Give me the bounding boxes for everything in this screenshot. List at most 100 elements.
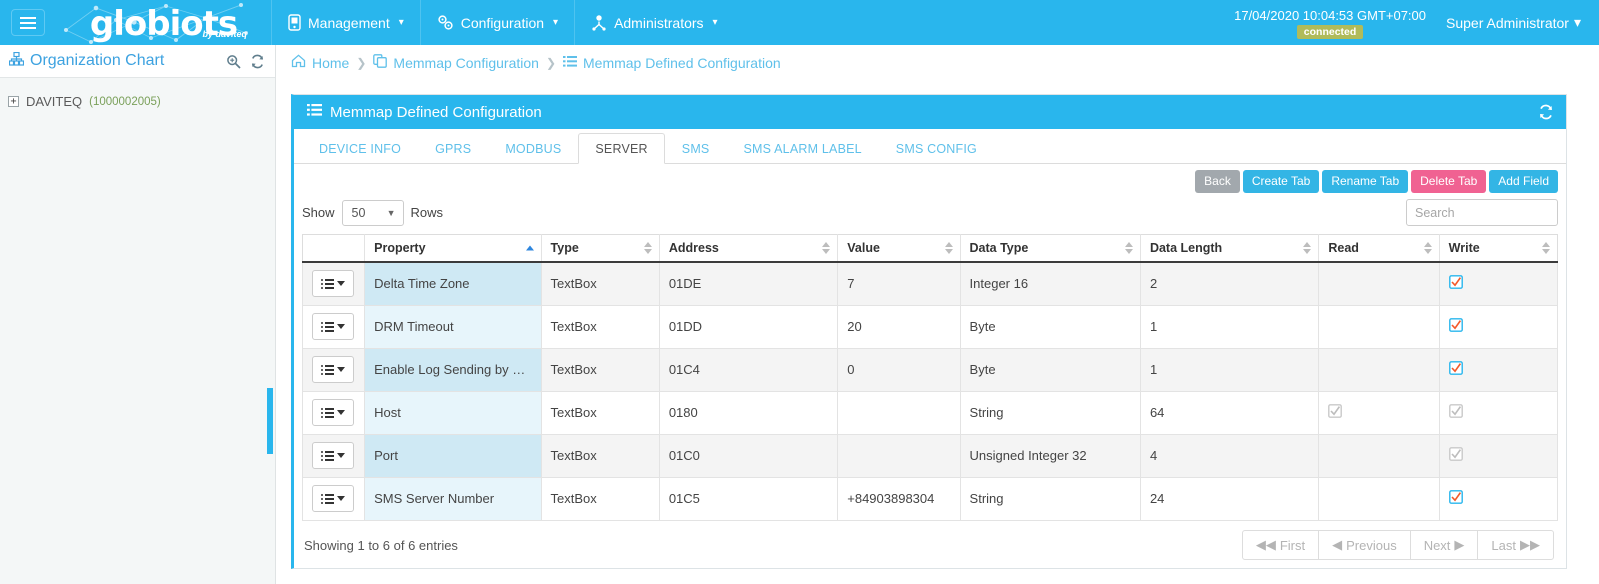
rows-per-page-select[interactable]: 50 ▼ bbox=[341, 199, 404, 226]
cell-actions[interactable] bbox=[301, 476, 366, 521]
pagination-last-button[interactable]: Last ▶▶ bbox=[1477, 530, 1554, 560]
th-write[interactable]: Write bbox=[1439, 234, 1559, 263]
delete-tab-button[interactable]: Delete Tab bbox=[1411, 170, 1487, 193]
server-clock: 17/04/2020 10:04:53 GMT+07:00 connected bbox=[1234, 0, 1440, 45]
checkbox-disabled-icon[interactable] bbox=[1448, 447, 1463, 461]
checkbox-checked-icon[interactable] bbox=[1448, 275, 1463, 290]
cell-write bbox=[1438, 261, 1559, 306]
user-menu-label: Super Administrator bbox=[1446, 14, 1569, 31]
cell-write bbox=[1438, 433, 1559, 478]
table-row[interactable]: Delta Time Zone TextBox 01DE 7 Integer 16 2 bbox=[301, 261, 1559, 306]
table-header-row: Property Type Address Value Data Type Da… bbox=[301, 234, 1559, 263]
breadcrumb-item-home[interactable]: Home bbox=[291, 54, 349, 71]
panel-title: Memmap Defined Configuration bbox=[330, 103, 542, 121]
nav-item-management[interactable]: Management ▾ bbox=[271, 0, 420, 45]
tree-node-daviteq[interactable]: + DAVITEQ (1000002005) bbox=[8, 92, 275, 111]
th-read[interactable]: Read bbox=[1318, 234, 1440, 263]
chevron-down-icon bbox=[337, 281, 345, 287]
th-label: Data Length bbox=[1149, 241, 1223, 255]
search-input[interactable] bbox=[1406, 199, 1558, 226]
nav-item-administrators[interactable]: Administrators ▾ bbox=[574, 0, 734, 45]
cell-property: Port bbox=[364, 433, 542, 478]
sort-ascending-icon bbox=[525, 245, 534, 251]
checkbox-checked-icon[interactable] bbox=[1448, 318, 1463, 332]
cell-value: 20 bbox=[837, 304, 961, 349]
cell-read bbox=[1318, 433, 1440, 478]
list-icon bbox=[563, 55, 577, 71]
tab-device-info[interactable]: DEVICE INFO bbox=[302, 133, 418, 164]
row-actions-button[interactable] bbox=[312, 313, 354, 340]
chevron-down-icon: ▼ bbox=[386, 207, 396, 218]
tab-sms-config[interactable]: SMS CONFIG bbox=[879, 133, 994, 164]
cell-type: TextBox bbox=[540, 433, 660, 478]
table-wrapper: Property Type Address Value Data Type Da… bbox=[294, 234, 1566, 521]
brand-logo[interactable]: globiots by daviteq bbox=[56, 0, 271, 45]
th-data-length[interactable]: Data Length bbox=[1140, 234, 1320, 263]
pagination-previous-button[interactable]: ◀ Previous bbox=[1318, 530, 1411, 560]
panel-title-wrap: Memmap Defined Configuration bbox=[307, 103, 1538, 121]
cell-read bbox=[1318, 304, 1440, 349]
table-row[interactable]: Host TextBox 0180 String 64 bbox=[301, 390, 1559, 435]
th-value[interactable]: Value bbox=[837, 234, 961, 263]
pagination-label: First bbox=[1279, 537, 1306, 553]
row-actions-button[interactable] bbox=[312, 485, 354, 512]
table-row[interactable]: DRM Timeout TextBox 01DD 20 Byte 1 bbox=[301, 304, 1559, 349]
refresh-icon[interactable] bbox=[250, 54, 265, 69]
tab-sms-alarm-label[interactable]: SMS ALARM LABEL bbox=[726, 133, 878, 164]
list-icon bbox=[321, 407, 334, 418]
tab-server[interactable]: SERVER bbox=[578, 133, 665, 164]
sort-icon bbox=[1124, 242, 1133, 254]
table-row[interactable]: Enable Log Sending by SMS TextBox 01C4 0 Byt… bbox=[301, 347, 1559, 392]
sidebar-title: Organization Chart bbox=[8, 51, 226, 71]
cell-read bbox=[1318, 476, 1440, 521]
cell-data-length: 2 bbox=[1139, 261, 1320, 306]
hamburger-icon-bar bbox=[20, 16, 36, 19]
tab-sms[interactable]: SMS bbox=[665, 133, 727, 164]
row-actions-button[interactable] bbox=[312, 356, 354, 383]
cell-actions[interactable] bbox=[301, 347, 366, 392]
add-field-button[interactable]: Add Field bbox=[1489, 170, 1558, 193]
row-actions-button[interactable] bbox=[312, 442, 354, 469]
th-property[interactable]: Property bbox=[364, 234, 542, 263]
cell-actions[interactable] bbox=[301, 433, 366, 478]
panel-refresh-icon[interactable] bbox=[1538, 104, 1554, 120]
checkbox-disabled-icon[interactable] bbox=[1448, 404, 1463, 418]
nav-item-configuration[interactable]: Configuration ▾ bbox=[419, 0, 574, 45]
th-address[interactable]: Address bbox=[659, 234, 839, 263]
expand-icon[interactable]: + bbox=[8, 96, 19, 107]
checkbox-checked-icon[interactable] bbox=[1448, 490, 1463, 504]
checkbox-disabled-icon[interactable] bbox=[1328, 404, 1343, 418]
table-row[interactable]: Port TextBox 01C0 Unsigned Integer 32 4 bbox=[301, 433, 1559, 478]
th-type[interactable]: Type bbox=[541, 234, 660, 263]
tab-gprs[interactable]: GPRS bbox=[418, 133, 488, 164]
tab-modbus[interactable]: MODBUS bbox=[488, 133, 578, 164]
row-actions-button[interactable] bbox=[312, 399, 354, 426]
breadcrumb-item-memmap-defined-configuration[interactable]: Memmap Defined Configuration bbox=[563, 55, 781, 71]
cell-address: 0180 bbox=[658, 390, 839, 435]
th-data-type[interactable]: Data Type bbox=[960, 234, 1141, 263]
cell-data-type: Integer 16 bbox=[959, 261, 1141, 306]
sidebar-toggle-wrap bbox=[0, 0, 56, 45]
hamburger-menu-button[interactable] bbox=[11, 9, 45, 36]
search-icon[interactable] bbox=[226, 54, 241, 69]
cell-data-length: 1 bbox=[1139, 347, 1320, 392]
checkbox-checked-icon[interactable] bbox=[1448, 361, 1463, 375]
pagination-first-button[interactable]: ◀◀ First bbox=[1241, 530, 1320, 560]
cell-actions[interactable] bbox=[301, 304, 366, 349]
device-icon bbox=[288, 14, 301, 31]
create-tab-button[interactable]: Create Tab bbox=[1242, 170, 1320, 193]
cell-actions[interactable] bbox=[301, 261, 366, 306]
breadcrumb-item-memmap-configuration[interactable]: Memmap Configuration bbox=[373, 54, 539, 71]
table-row[interactable]: SMS Server Number TextBox 01C5 +84903898304… bbox=[301, 476, 1559, 521]
user-menu[interactable]: Super Administrator ▾ bbox=[1440, 0, 1599, 45]
back-button[interactable]: Back bbox=[1195, 170, 1240, 193]
th-label: Property bbox=[374, 241, 426, 255]
sidebar-scrollbar-thumb[interactable] bbox=[267, 388, 273, 454]
chevron-down-icon bbox=[337, 367, 345, 372]
cell-actions[interactable] bbox=[301, 390, 366, 435]
row-actions-button[interactable] bbox=[312, 270, 354, 298]
cell-write bbox=[1438, 347, 1559, 392]
pagination-next-button[interactable]: Next ▶ bbox=[1409, 530, 1479, 560]
rename-tab-button[interactable]: Rename Tab bbox=[1322, 170, 1409, 193]
th-label: Write bbox=[1448, 241, 1480, 255]
